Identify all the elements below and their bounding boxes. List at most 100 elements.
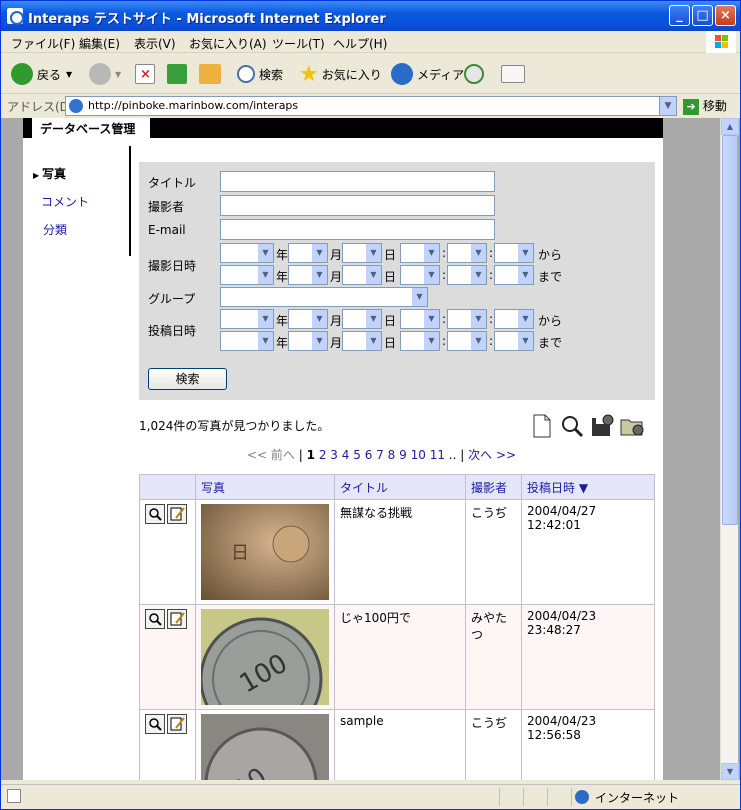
post-from-day-select[interactable] xyxy=(342,309,382,329)
shot-to-month-select[interactable] xyxy=(288,265,328,285)
shot-to-second-select[interactable] xyxy=(494,265,534,285)
shot-from-month-select[interactable] xyxy=(288,243,328,263)
action-icons xyxy=(530,414,644,438)
minimize-button[interactable]: _ xyxy=(669,5,690,26)
page-link[interactable]: 6 xyxy=(365,448,373,462)
address-input[interactable]: http://pinboke.marinbow.com/interaps ▼ xyxy=(65,96,677,116)
post-from-year-select[interactable] xyxy=(220,309,274,329)
folder-settings-icon[interactable] xyxy=(620,414,644,438)
pager-sep: | xyxy=(460,448,465,462)
post-to-year-select[interactable] xyxy=(220,331,274,351)
page-link[interactable]: 9 xyxy=(399,448,407,462)
photographer-input[interactable] xyxy=(220,195,495,216)
group-select[interactable] xyxy=(220,287,428,307)
result-count: 1,024件の写真が見つかりました。 xyxy=(139,419,330,433)
mail-button[interactable] xyxy=(501,60,529,88)
forward-button[interactable]: ▼ xyxy=(89,60,121,88)
refresh-button[interactable] xyxy=(167,60,191,88)
zoom-icon[interactable] xyxy=(145,504,165,524)
page-link[interactable]: 2 xyxy=(319,448,327,462)
photo-coin-closeup[interactable]: 日 xyxy=(201,504,329,600)
search-submit-button[interactable]: 検索 xyxy=(148,368,227,390)
forward-dropdown-icon[interactable]: ▼ xyxy=(115,70,121,79)
row-thumbnail[interactable]: 100 xyxy=(195,604,335,710)
email-input[interactable] xyxy=(220,219,495,240)
post-to-second-select[interactable] xyxy=(494,331,534,351)
favorites-button[interactable]: ★ お気に入り xyxy=(299,60,382,88)
menu-file[interactable]: ファイル(F) xyxy=(11,35,75,52)
nav-photo[interactable]: ▶ 写真 xyxy=(33,165,66,182)
scroll-up-icon[interactable]: ▲ xyxy=(721,118,739,135)
menu-favorites[interactable]: お気に入り(A) xyxy=(189,35,267,52)
shot-from-hour-select[interactable] xyxy=(400,243,440,263)
shot-to-day-select[interactable] xyxy=(342,265,382,285)
zoom-icon[interactable] xyxy=(145,714,165,734)
row-actions xyxy=(139,499,196,605)
page-header-bar: データベース管理 xyxy=(23,118,663,138)
zoom-icon[interactable] xyxy=(145,609,165,629)
page-link[interactable]: 3 xyxy=(330,448,338,462)
shot-to-year-select[interactable] xyxy=(220,265,274,285)
nav-comment[interactable]: コメント xyxy=(41,193,89,210)
next-link[interactable]: 次へ >> xyxy=(468,448,516,462)
vertical-scrollbar[interactable]: ▲ ▼ xyxy=(720,118,739,780)
back-dropdown-icon[interactable]: ▼ xyxy=(66,70,72,79)
page-link[interactable]: 4 xyxy=(342,448,350,462)
page-link[interactable]: 10 xyxy=(411,448,426,462)
scroll-down-icon[interactable]: ▼ xyxy=(721,763,739,780)
menu-help[interactable]: ヘルプ(H) xyxy=(333,35,387,52)
go-button[interactable]: ➔ 移動 xyxy=(683,97,727,115)
edit-icon[interactable] xyxy=(167,504,187,524)
post-to-minute-select[interactable] xyxy=(447,331,487,351)
row-thumbnail[interactable]: 日 xyxy=(195,499,335,605)
post-from-month-select[interactable] xyxy=(288,309,328,329)
post-to-hour-select[interactable] xyxy=(400,331,440,351)
nav-category[interactable]: 分類 xyxy=(43,221,67,238)
edit-icon[interactable] xyxy=(167,609,187,629)
home-button[interactable] xyxy=(199,60,225,88)
search-icon[interactable] xyxy=(560,414,584,438)
header-photographer[interactable]: 撮影者 xyxy=(465,474,522,500)
header-title[interactable]: タイトル xyxy=(334,474,466,500)
post-to-month-select[interactable] xyxy=(288,331,328,351)
shot-to-minute-select[interactable] xyxy=(447,265,487,285)
header-photo[interactable]: 写真 xyxy=(195,474,335,500)
menu-tools[interactable]: ツール(T) xyxy=(272,35,325,52)
header-post-date[interactable]: 投稿日時 ▼ xyxy=(521,474,655,500)
scroll-thumb[interactable] xyxy=(722,135,738,525)
menu-edit[interactable]: 編集(E) xyxy=(79,35,120,52)
shot-from-second-select[interactable] xyxy=(494,243,534,263)
page-link[interactable]: 7 xyxy=(376,448,384,462)
media-button[interactable]: メディア xyxy=(391,60,464,88)
photo-coin-100yen[interactable]: 100 xyxy=(201,609,329,705)
post-from-minute-select[interactable] xyxy=(447,309,487,329)
shot-from-year-select[interactable] xyxy=(220,243,274,263)
post-to-day-select[interactable] xyxy=(342,331,382,351)
back-arrow-icon xyxy=(11,63,33,85)
page-link[interactable]: 5 xyxy=(353,448,361,462)
menu-view[interactable]: 表示(V) xyxy=(134,35,176,52)
post-from-second-select[interactable] xyxy=(494,309,534,329)
page-link[interactable]: 8 xyxy=(388,448,396,462)
back-button[interactable]: 戻る ▼ xyxy=(11,60,72,88)
side-nav: ▶ 写真 コメント 分類 xyxy=(23,146,131,256)
close-button[interactable]: × xyxy=(715,5,736,26)
maximize-button[interactable]: □ xyxy=(692,5,713,26)
address-dropdown-icon[interactable]: ▼ xyxy=(659,97,676,115)
shot-from-day-select[interactable] xyxy=(342,243,382,263)
page-link[interactable]: 11 xyxy=(430,448,445,462)
stop-button[interactable]: × xyxy=(135,60,159,88)
new-document-icon[interactable] xyxy=(530,414,554,438)
search-button[interactable]: 検索 xyxy=(237,60,283,88)
save-settings-icon[interactable] xyxy=(590,414,614,438)
shot-from-minute-select[interactable] xyxy=(447,243,487,263)
title-input[interactable] xyxy=(220,171,495,192)
prev-link[interactable]: << 前へ xyxy=(247,448,295,462)
row-thumbnail[interactable]: 10 xyxy=(195,709,335,780)
history-button[interactable] xyxy=(464,60,488,88)
row-photographer: みやたつ xyxy=(465,604,522,710)
photo-coin-sample[interactable]: 10 xyxy=(201,714,329,780)
shot-to-hour-select[interactable] xyxy=(400,265,440,285)
post-from-hour-select[interactable] xyxy=(400,309,440,329)
edit-icon[interactable] xyxy=(167,714,187,734)
